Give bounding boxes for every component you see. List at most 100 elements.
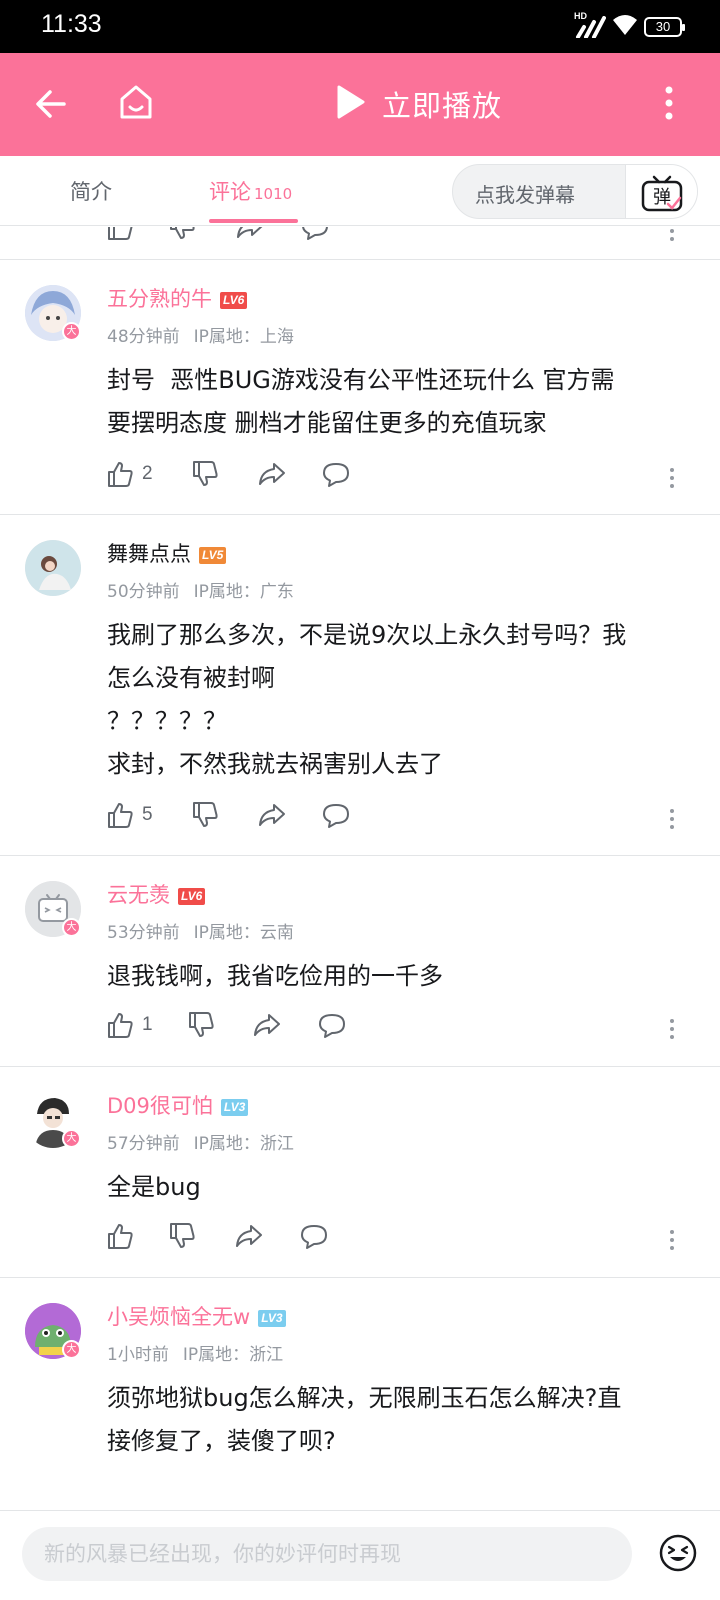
username-text: 小吴烦恼全无w xyxy=(107,1305,251,1329)
reply-button[interactable] xyxy=(321,801,351,829)
share-icon[interactable] xyxy=(235,227,265,241)
emoji-icon[interactable] xyxy=(658,1533,698,1577)
avatar[interactable] xyxy=(25,540,81,596)
comment-item: 大 D09很可怕 LV3 57分钟前 IP属地：浙江 全是bug xyxy=(0,1067,720,1277)
reply-icon xyxy=(301,1225,327,1249)
like-button[interactable]: 2 xyxy=(106,460,153,488)
avatar-image xyxy=(25,540,81,596)
username-text: 云无羡 xyxy=(107,883,170,907)
reply-icon xyxy=(323,463,349,487)
reply-button[interactable] xyxy=(321,460,351,488)
comment-feed[interactable]: 大 五分熟的牛 LV6 48分钟前 IP属地：上海 封号 恶性BUG游戏没有公平性还… xyxy=(0,227,720,1510)
comment-item: 大 小吴烦恼全无w LV3 1小时前 IP属地：浙江 须弥地狱bug怎么解决，无限刷… xyxy=(0,1278,720,1510)
comment-text[interactable]: 退我钱啊，我省吃俭用的一千多 xyxy=(107,955,697,998)
share-button[interactable] xyxy=(257,801,287,829)
comment-text[interactable]: 须弥地狱bug怎么解决，无限刷玉石怎么解决?直 接修复了，装傻了呗? xyxy=(107,1377,697,1463)
level-badge: LV6 xyxy=(178,887,206,905)
status-time: 11:33 xyxy=(41,10,102,38)
comment-time: 53分钟前 xyxy=(107,923,180,943)
comment-text[interactable]: 全是bug xyxy=(107,1166,697,1209)
more-vertical-icon[interactable] xyxy=(664,85,674,125)
comment-time: 48分钟前 xyxy=(107,327,180,347)
status-bar: 11:33 HD 30 xyxy=(0,0,720,53)
avatar-badge: 大 xyxy=(62,322,81,341)
comment-line: 求封，不然我就去祸害别人去了 xyxy=(107,750,443,778)
play-now-button[interactable]: 立即播放 xyxy=(336,83,502,125)
comment-meta: 57分钟前 IP属地：浙江 xyxy=(107,1129,294,1154)
like-icon[interactable] xyxy=(106,227,134,241)
danmaku-placeholder: 点我发弹幕 xyxy=(475,183,575,207)
reply-button[interactable] xyxy=(299,1222,329,1250)
comment-count: 1010 xyxy=(254,185,293,203)
like-count: 5 xyxy=(142,804,153,825)
share-icon xyxy=(259,804,285,826)
like-button[interactable]: 1 xyxy=(106,1011,153,1039)
dislike-button[interactable] xyxy=(191,460,219,488)
like-count: 2 xyxy=(142,463,153,484)
comment-text[interactable]: 我刷了那么多次，不是说9次以上永久封号吗？我 怎么没有被封啊 ？？？？？ 求封，… xyxy=(107,614,697,786)
dislike-button[interactable] xyxy=(168,1222,196,1250)
more-options-icon[interactable] xyxy=(670,809,676,833)
dislike-button[interactable] xyxy=(191,801,219,829)
dislike-icon xyxy=(189,1012,214,1037)
comment-item: 大 五分熟的牛 LV6 48分钟前 IP属地：上海 封号 恶性BUG游戏没有公平性还… xyxy=(0,260,720,515)
more-options-icon[interactable] xyxy=(670,227,676,245)
status-icons: HD 30 xyxy=(574,11,685,40)
tab-intro[interactable]: 简介 xyxy=(70,176,112,206)
comment-line: 怎么没有被封啊 xyxy=(107,664,275,692)
tab-comments[interactable]: 评论 1010 xyxy=(209,176,292,206)
home-icon[interactable] xyxy=(117,83,155,125)
username[interactable]: 舞舞点点 LV5 xyxy=(107,538,227,568)
share-button[interactable] xyxy=(257,460,287,488)
comment-meta: 48分钟前 IP属地：上海 xyxy=(107,322,294,347)
tab-comments-label: 评论 xyxy=(209,180,251,204)
tab-intro-label: 简介 xyxy=(70,180,112,204)
danmaku-input[interactable]: 点我发弹幕 弹 xyxy=(452,164,698,219)
comment-line: 封号 恶性BUG游戏没有公平性还玩什么 官方需 xyxy=(107,366,615,394)
reply-icon[interactable] xyxy=(300,227,330,241)
level-badge: LV6 xyxy=(220,291,248,309)
like-button[interactable]: 5 xyxy=(106,801,153,829)
comment-time: 1小时前 xyxy=(107,1345,169,1365)
more-options-icon[interactable] xyxy=(670,1230,676,1254)
share-button[interactable] xyxy=(234,1222,264,1250)
comment-text[interactable]: 封号 恶性BUG游戏没有公平性还玩什么 官方需 要摆明态度 删档才能留住更多的充… xyxy=(107,359,697,445)
ip-location: IP属地：云南 xyxy=(193,923,294,943)
comment-meta: 1小时前 IP属地：浙江 xyxy=(107,1340,283,1365)
share-icon xyxy=(254,1014,280,1036)
app-bar: 立即播放 xyxy=(0,53,720,156)
more-options-icon[interactable] xyxy=(670,468,676,492)
username[interactable]: 五分熟的牛 LV6 xyxy=(107,283,248,313)
signal-icon: HD xyxy=(574,11,606,39)
share-button[interactable] xyxy=(252,1011,282,1039)
previous-comment-actions xyxy=(0,227,720,253)
username[interactable]: 小吴烦恼全无w LV3 xyxy=(107,1301,286,1331)
comment-input[interactable]: 新的风暴已经出现，你的妙评何时再现 xyxy=(22,1527,632,1581)
dislike-button[interactable] xyxy=(187,1011,215,1039)
play-now-label: 立即播放 xyxy=(382,89,503,123)
dislike-icon xyxy=(193,461,218,486)
comment-meta: 53分钟前 IP属地：云南 xyxy=(107,918,294,943)
like-button[interactable] xyxy=(106,1222,142,1250)
comment-time: 50分钟前 xyxy=(107,582,180,602)
back-arrow-icon[interactable] xyxy=(34,87,68,125)
danmaku-toggle-button[interactable]: 弹 xyxy=(625,165,697,218)
comment-line: 须弥地狱bug怎么解决，无限刷玉石怎么解决?直 xyxy=(107,1384,622,1412)
username[interactable]: D09很可怕 LV3 xyxy=(107,1090,249,1120)
network-label: HD xyxy=(574,11,587,21)
like-icon xyxy=(108,462,133,487)
ip-location: IP属地：上海 xyxy=(193,327,294,347)
avatar-badge: 大 xyxy=(62,918,81,937)
level-badge: LV3 xyxy=(220,1098,249,1116)
compose-bar: 新的风暴已经出现，你的妙评何时再现 xyxy=(0,1510,720,1600)
avatar-badge: 大 xyxy=(62,1129,81,1148)
reply-icon xyxy=(319,1014,345,1038)
more-options-icon[interactable] xyxy=(670,1019,676,1043)
username[interactable]: 云无羡 LV6 xyxy=(107,879,206,909)
comment-item: 舞舞点点 LV5 50分钟前 IP属地：广东 我刷了那么多次，不是说9次以上永久封号… xyxy=(0,515,720,855)
reply-button[interactable] xyxy=(317,1011,347,1039)
like-icon xyxy=(108,803,133,828)
comment-line: 接修复了，装傻了呗? xyxy=(107,1427,336,1455)
comment-time: 57分钟前 xyxy=(107,1134,180,1154)
dislike-icon[interactable] xyxy=(168,227,196,241)
